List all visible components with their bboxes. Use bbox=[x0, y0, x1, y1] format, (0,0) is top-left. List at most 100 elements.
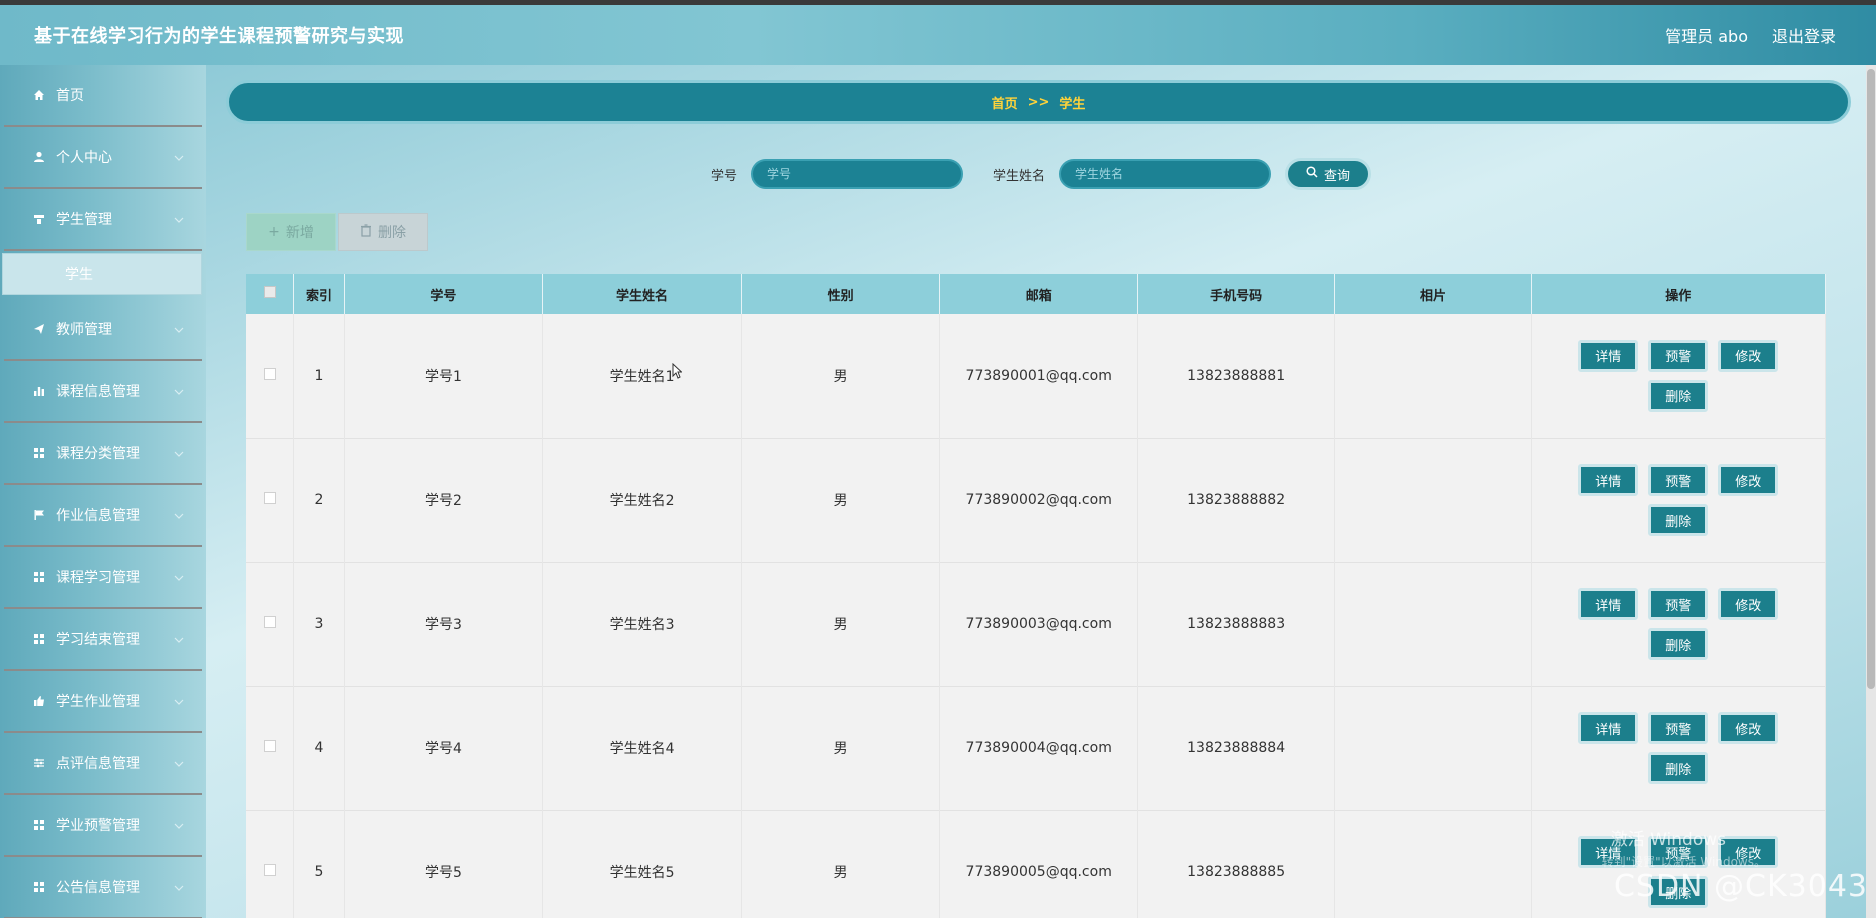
windows-activation-hint: 转到"设置"以激活 Windows。 bbox=[1601, 855, 1766, 869]
cell-index: 1 bbox=[293, 314, 345, 438]
cell-email: 773890004@qq.com bbox=[939, 686, 1138, 810]
add-button[interactable]: + 新增 bbox=[246, 213, 336, 251]
cell-email: 773890002@qq.com bbox=[939, 438, 1138, 562]
grid-icon bbox=[32, 632, 46, 646]
sidebar-item-7[interactable]: 课程学习管理 bbox=[4, 547, 202, 609]
row-checkbox[interactable] bbox=[263, 616, 276, 628]
chevron-down-icon bbox=[174, 384, 184, 398]
toolbar: + 新增 删除 bbox=[246, 213, 428, 251]
sidebar-item-10[interactable]: 点评信息管理 bbox=[4, 733, 202, 795]
detail-button[interactable]: 详情 bbox=[1578, 588, 1639, 620]
cell-actions: 详情 预警 修改 删除 bbox=[1531, 438, 1826, 562]
sidebar-item-2[interactable]: 学生管理 bbox=[4, 189, 202, 251]
logout-link[interactable]: 退出登录 bbox=[1772, 23, 1836, 47]
table-row: 5 学号5 学生姓名5 男 773890005@qq.com 13823888885 详情预… bbox=[246, 810, 1826, 918]
cell-gender: 男 bbox=[741, 686, 941, 810]
table-row: 1 学号1 学生姓名1 男 773890001@qq.com 13823888881 详情预… bbox=[246, 314, 1826, 438]
sidebar-item-5[interactable]: 课程分类管理 bbox=[4, 423, 202, 485]
warning-button[interactable]: 预警 bbox=[1648, 339, 1709, 372]
cell-actions: 详情 预警 修改 删除 bbox=[1531, 562, 1826, 686]
sidebar-item-6[interactable]: 作业信息管理 bbox=[4, 485, 202, 547]
warning-button[interactable]: 预警 bbox=[1648, 588, 1709, 620]
student-table-container: 索引 学号 学生姓名 性别 邮箱 手机号码 相片 操作 1 学号1 学生姓名1 男 773890001… bbox=[246, 274, 1826, 918]
sidebar-item-11[interactable]: 学业预警管理 bbox=[4, 795, 202, 857]
edit-button[interactable]: 修改 bbox=[1718, 464, 1779, 496]
detail-button[interactable]: 详情 bbox=[1578, 339, 1639, 372]
column-header: 学生姓名 bbox=[542, 274, 742, 314]
cell-student-name: 学生姓名2 bbox=[542, 438, 742, 562]
sidebar-item-9[interactable]: 学生作业管理 bbox=[4, 671, 202, 733]
delete-button[interactable]: 删除 bbox=[1648, 752, 1709, 784]
sidebar-item-3[interactable]: 教师管理 bbox=[4, 299, 202, 361]
cell-student-no: 学号4 bbox=[344, 686, 544, 810]
select-all-checkbox-cell[interactable] bbox=[246, 274, 295, 314]
student-icon bbox=[32, 212, 46, 226]
sidebar-item-label: 课程分类管理 bbox=[56, 446, 140, 462]
scrollbar-thumb[interactable] bbox=[1867, 69, 1875, 689]
warning-button[interactable]: 预警 bbox=[1648, 464, 1709, 496]
row-checkbox[interactable] bbox=[263, 864, 276, 876]
query-button[interactable]: 查询 bbox=[1285, 158, 1372, 190]
user-icon bbox=[32, 150, 46, 164]
csdn-watermark: CSDN @CK3043 bbox=[1613, 869, 1868, 904]
delete-button[interactable]: 删除 bbox=[1648, 379, 1709, 412]
cell-index: 5 bbox=[293, 810, 345, 918]
row-checkbox[interactable] bbox=[263, 367, 276, 380]
sidebar-item-12[interactable]: 公告信息管理 bbox=[4, 857, 202, 918]
row-checkbox[interactable] bbox=[263, 492, 276, 504]
chevron-down-icon bbox=[174, 508, 184, 522]
sidebar-item-1[interactable]: 个人中心 bbox=[4, 127, 202, 189]
bar-chart-icon bbox=[32, 384, 46, 398]
thumb-icon bbox=[32, 694, 46, 708]
cell-photo bbox=[1334, 686, 1532, 810]
student-name-input[interactable] bbox=[1059, 159, 1272, 189]
add-button-label: 新增 bbox=[285, 225, 314, 241]
sidebar-item-0[interactable]: 首页 bbox=[4, 65, 202, 127]
sidebar-subitem-students[interactable]: 学生 bbox=[2, 253, 202, 295]
student-no-input[interactable] bbox=[751, 159, 963, 189]
row-checkbox[interactable] bbox=[263, 740, 276, 752]
warning-button[interactable]: 预警 bbox=[1648, 712, 1709, 744]
sidebar-item-label: 作业信息管理 bbox=[56, 508, 140, 524]
cell-student-no: 学号5 bbox=[344, 810, 544, 918]
detail-button[interactable]: 详情 bbox=[1578, 464, 1639, 496]
cell-student-name: 学生姓名5 bbox=[542, 810, 742, 918]
cell-actions: 详情 预警 修改 删除 bbox=[1531, 314, 1826, 438]
sidebar-item-8[interactable]: 学习结束管理 bbox=[4, 609, 202, 671]
delete-button[interactable]: 删除 bbox=[1648, 628, 1709, 660]
edit-button[interactable]: 修改 bbox=[1718, 588, 1779, 620]
cell-email: 773890005@qq.com bbox=[939, 810, 1138, 918]
batch-delete-label: 删除 bbox=[378, 225, 406, 241]
plus-icon: + bbox=[268, 224, 280, 240]
column-header: 邮箱 bbox=[939, 274, 1138, 314]
cell-gender: 男 bbox=[741, 314, 941, 438]
row-checkbox-cell bbox=[246, 438, 295, 562]
delete-button[interactable]: 删除 bbox=[1648, 504, 1709, 536]
table-row: 2 学号2 学生姓名2 男 773890002@qq.com 13823888882 详情预… bbox=[246, 438, 1826, 562]
column-header: 学号 bbox=[344, 274, 544, 314]
sidebar-item-label: 首页 bbox=[56, 88, 84, 104]
table-row: 3 学号3 学生姓名3 男 773890003@qq.com 13823888883 详情预… bbox=[246, 562, 1826, 686]
detail-button[interactable]: 详情 bbox=[1578, 712, 1639, 744]
cell-photo bbox=[1334, 810, 1532, 918]
sidebar-item-label: 点评信息管理 bbox=[56, 756, 140, 772]
home-icon bbox=[32, 88, 46, 102]
cell-phone: 13823888884 bbox=[1137, 686, 1336, 810]
edit-button[interactable]: 修改 bbox=[1718, 339, 1779, 372]
grid-icon bbox=[32, 446, 46, 460]
edit-button[interactable]: 修改 bbox=[1718, 712, 1779, 744]
breadcrumb-home[interactable]: 首页 bbox=[992, 93, 1018, 112]
cell-phone: 13823888881 bbox=[1137, 314, 1336, 438]
sidebar-item-label: 学生管理 bbox=[56, 212, 112, 228]
column-header: 相片 bbox=[1334, 274, 1532, 314]
page-scrollbar[interactable] bbox=[1866, 65, 1876, 918]
cell-student-name: 学生姓名4 bbox=[542, 686, 742, 810]
cell-student-no: 学号3 bbox=[344, 562, 544, 686]
select-all-checkbox[interactable] bbox=[263, 286, 276, 298]
batch-delete-button[interactable]: 删除 bbox=[338, 213, 428, 251]
sidebar-item-4[interactable]: 课程信息管理 bbox=[4, 361, 202, 423]
send-icon bbox=[32, 322, 46, 336]
chevron-down-icon bbox=[174, 880, 184, 894]
grid-icon bbox=[32, 880, 46, 894]
cell-photo bbox=[1334, 438, 1532, 562]
